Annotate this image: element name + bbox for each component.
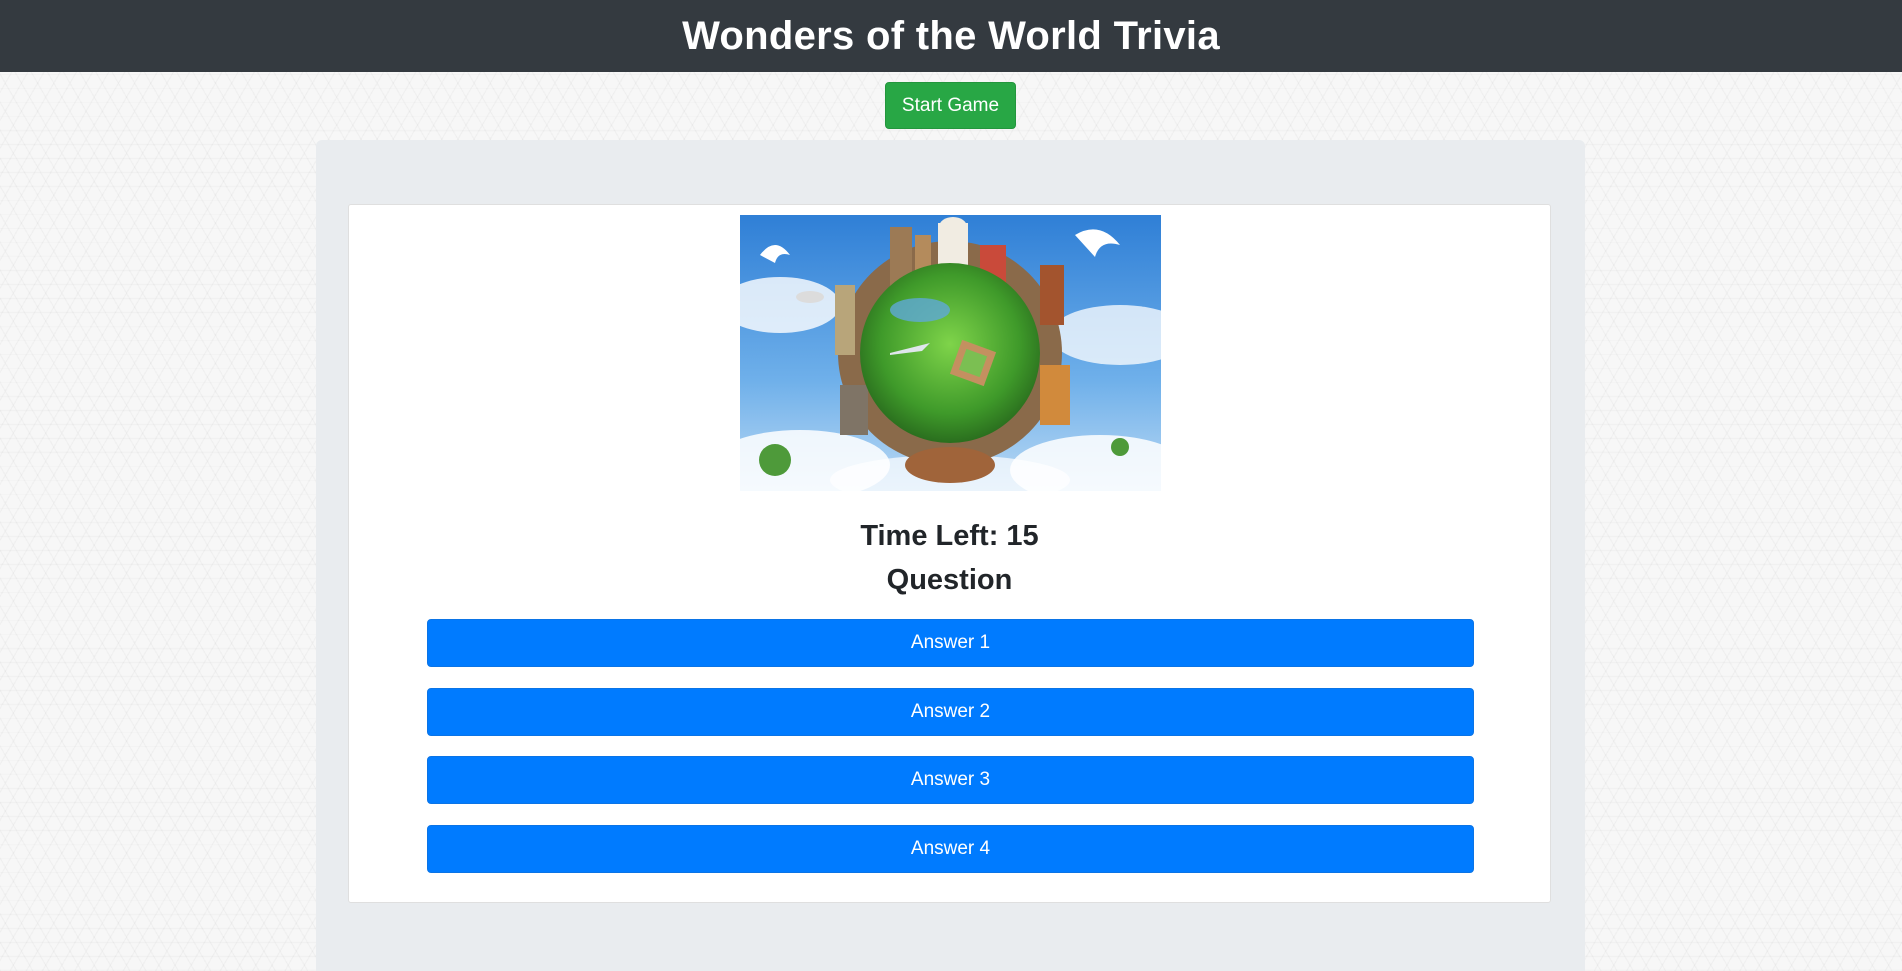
question-text: Question	[886, 564, 1013, 596]
start-game-button[interactable]: Start Game	[885, 82, 1016, 129]
wonders-globe-image	[740, 215, 1161, 491]
answer-4-button[interactable]: Answer 4	[427, 825, 1474, 873]
answer-3-button[interactable]: Answer 3	[427, 756, 1474, 804]
answer-1-button[interactable]: Answer 1	[427, 619, 1474, 667]
app-header: Wonders of the World Trivia	[0, 0, 1902, 72]
time-left-display: Time Left: 15	[860, 520, 1039, 552]
answer-2-button[interactable]: Answer 2	[427, 688, 1474, 736]
page-title: Wonders of the World Trivia	[682, 13, 1220, 58]
